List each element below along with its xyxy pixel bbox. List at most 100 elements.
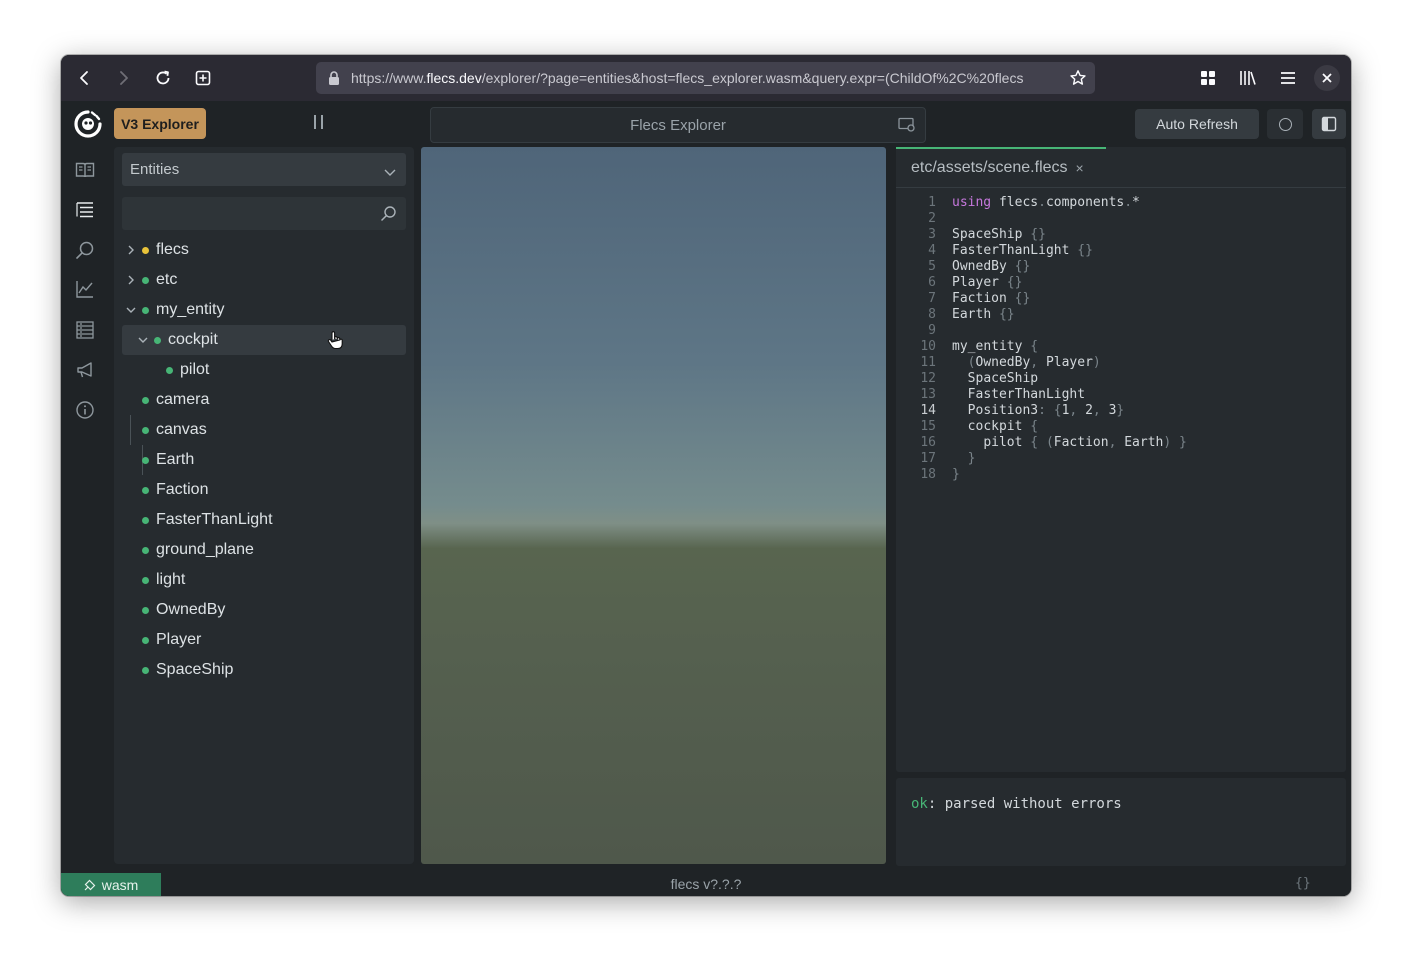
flecs-explorer-app: V3 Explorer Flecs Explorer Auto Refresh — [61, 101, 1351, 896]
tree-item-earth[interactable]: Earth — [138, 445, 194, 475]
tree-item-label: camera — [156, 391, 210, 408]
line-number: 17 — [920, 451, 936, 466]
line-number: 9 — [928, 323, 936, 338]
menu-icon[interactable] — [1273, 63, 1303, 93]
version-badge[interactable]: V3 Explorer — [114, 108, 206, 139]
tree-item-fasterthanlight[interactable]: FasterThanLight — [138, 505, 273, 535]
code-editor[interactable]: etc/assets/scene.flecs × 1 using flecs.co… — [896, 147, 1346, 772]
chevron-right-icon[interactable] — [124, 243, 138, 257]
search-icon[interactable] — [380, 205, 397, 227]
code-line[interactable]: 6 Player {} — [896, 275, 1346, 291]
tree-item-pilot[interactable]: pilot — [162, 355, 209, 385]
tree-item-etc[interactable]: etc — [124, 265, 177, 295]
code-text: Faction {} — [952, 291, 1031, 306]
library-icon[interactable] — [1233, 63, 1263, 93]
flecs-logo-icon — [73, 109, 103, 139]
braces-icon[interactable]: {} — [1295, 876, 1311, 891]
dropdown-label: Entities — [130, 161, 180, 178]
code-line[interactable]: 7 Faction {} — [896, 291, 1346, 307]
toggle-panel-button[interactable] — [1312, 109, 1346, 139]
tree-item-player[interactable]: Player — [138, 625, 201, 655]
close-tab-icon[interactable]: × — [1076, 160, 1084, 176]
status-dot — [142, 426, 149, 434]
line-number: 11 — [920, 355, 936, 370]
tree-item-my-entity[interactable]: my_entity — [124, 295, 224, 325]
code-line[interactable]: 14 Position3: {1, 2, 3} — [896, 403, 1346, 419]
code-line[interactable]: 5 OwnedBy {} — [896, 259, 1346, 275]
code-lines[interactable]: 1 using flecs.components.* 2 3 SpaceShip {} 4… — [896, 195, 1346, 483]
tree-guide-line — [130, 415, 131, 445]
line-number: 6 — [928, 275, 936, 290]
code-line[interactable]: 2 — [896, 211, 1346, 227]
code-line[interactable]: 13 FasterThanLight — [896, 387, 1346, 403]
info-icon[interactable] — [74, 399, 96, 421]
forward-icon[interactable] — [108, 63, 138, 93]
pause-icon[interactable] — [307, 111, 329, 133]
tree-item-ownedby[interactable]: OwnedBy — [138, 595, 225, 625]
line-number: 5 — [928, 259, 936, 274]
scene-viewport-canvas[interactable] — [421, 147, 886, 864]
status-dot — [142, 546, 149, 554]
line-number: 18 — [920, 467, 936, 482]
chevron-down-icon[interactable] — [124, 303, 138, 317]
tree-item-cockpit[interactable]: cockpit — [122, 325, 406, 355]
tab-label: etc/assets/scene.flecs — [911, 159, 1068, 176]
table-icon[interactable] — [74, 319, 96, 341]
chevron-down-icon[interactable] — [136, 333, 150, 347]
entities-dropdown[interactable]: Entities — [122, 153, 406, 186]
code-line[interactable]: 11 (OwnedBy, Player) — [896, 355, 1346, 371]
reload-icon[interactable] — [148, 63, 178, 93]
code-line[interactable]: 8 Earth {} — [896, 307, 1346, 323]
entity-tree-icon[interactable] — [74, 199, 96, 221]
new-tab-icon[interactable] — [188, 63, 218, 93]
code-line[interactable]: 1 using flecs.components.* — [896, 195, 1346, 211]
close-window-icon[interactable] — [1314, 65, 1340, 91]
tree-item-flecs[interactable]: flecs — [124, 235, 189, 265]
tree-item-label: ground_plane — [156, 541, 254, 558]
url-text[interactable]: https://www.flecs.dev/explorer/?page=ent… — [351, 70, 1061, 86]
tree-item-label: Player — [156, 631, 202, 648]
tree-item-label: canvas — [156, 421, 207, 438]
code-line[interactable]: 18} — [896, 467, 1346, 483]
status-dot — [142, 306, 149, 314]
megaphone-icon[interactable] — [74, 359, 96, 381]
tree-item-light[interactable]: light — [138, 565, 185, 595]
hand-cursor-icon — [326, 330, 344, 355]
auto-refresh-button[interactable]: Auto Refresh — [1135, 109, 1259, 139]
line-number: 4 — [928, 243, 936, 258]
code-line[interactable]: 17 } — [896, 451, 1346, 467]
code-line[interactable]: 9 — [896, 323, 1346, 339]
screen-settings-icon[interactable] — [898, 117, 916, 137]
docs-book-icon[interactable] — [74, 159, 96, 181]
search-icon[interactable] — [74, 239, 96, 261]
code-text: OwnedBy {} — [952, 259, 1031, 274]
address-bar[interactable]: https://www.flecs.dev/explorer/?page=ent… — [316, 62, 1095, 94]
back-icon[interactable] — [70, 63, 100, 93]
bookmark-star-icon[interactable] — [1069, 69, 1087, 92]
output-panel: ok: parsed without errors — [896, 778, 1346, 866]
tab-scene-flecs[interactable]: etc/assets/scene.flecs × — [896, 147, 1106, 187]
tree-item-canvas[interactable]: canvas — [138, 415, 207, 445]
tree-item-label: SpaceShip — [156, 661, 234, 678]
circle-icon — [1278, 117, 1292, 131]
chevron-right-icon[interactable] — [124, 273, 138, 287]
tree-item-faction[interactable]: Faction — [138, 475, 208, 505]
code-line[interactable]: 4 FasterThanLight {} — [896, 243, 1346, 259]
code-line[interactable]: 10 my_entity { — [896, 339, 1346, 355]
code-line[interactable]: 12 SpaceShip — [896, 371, 1346, 387]
stats-chart-icon[interactable] — [74, 278, 96, 300]
code-text: SpaceShip — [967, 371, 1039, 386]
tree-item-label: flecs — [156, 241, 189, 258]
tree-item-ground-plane[interactable]: ground_plane — [138, 535, 254, 565]
tree-item-camera[interactable]: camera — [138, 385, 209, 415]
entity-search-input[interactable] — [122, 197, 406, 230]
grid-icon[interactable] — [1193, 63, 1223, 93]
tree-item-label: light — [156, 571, 186, 588]
code-line[interactable]: 16 pilot { (Faction, Earth) } — [896, 435, 1346, 451]
tree-item-spaceship[interactable]: SpaceShip — [138, 655, 233, 685]
code-line[interactable]: 3 SpaceShip {} — [896, 227, 1346, 243]
code-text: (OwnedBy, Player) — [967, 355, 1101, 370]
record-toggle-button[interactable] — [1267, 109, 1303, 139]
line-number: 7 — [928, 291, 936, 306]
code-line[interactable]: 15 cockpit { — [896, 419, 1346, 435]
